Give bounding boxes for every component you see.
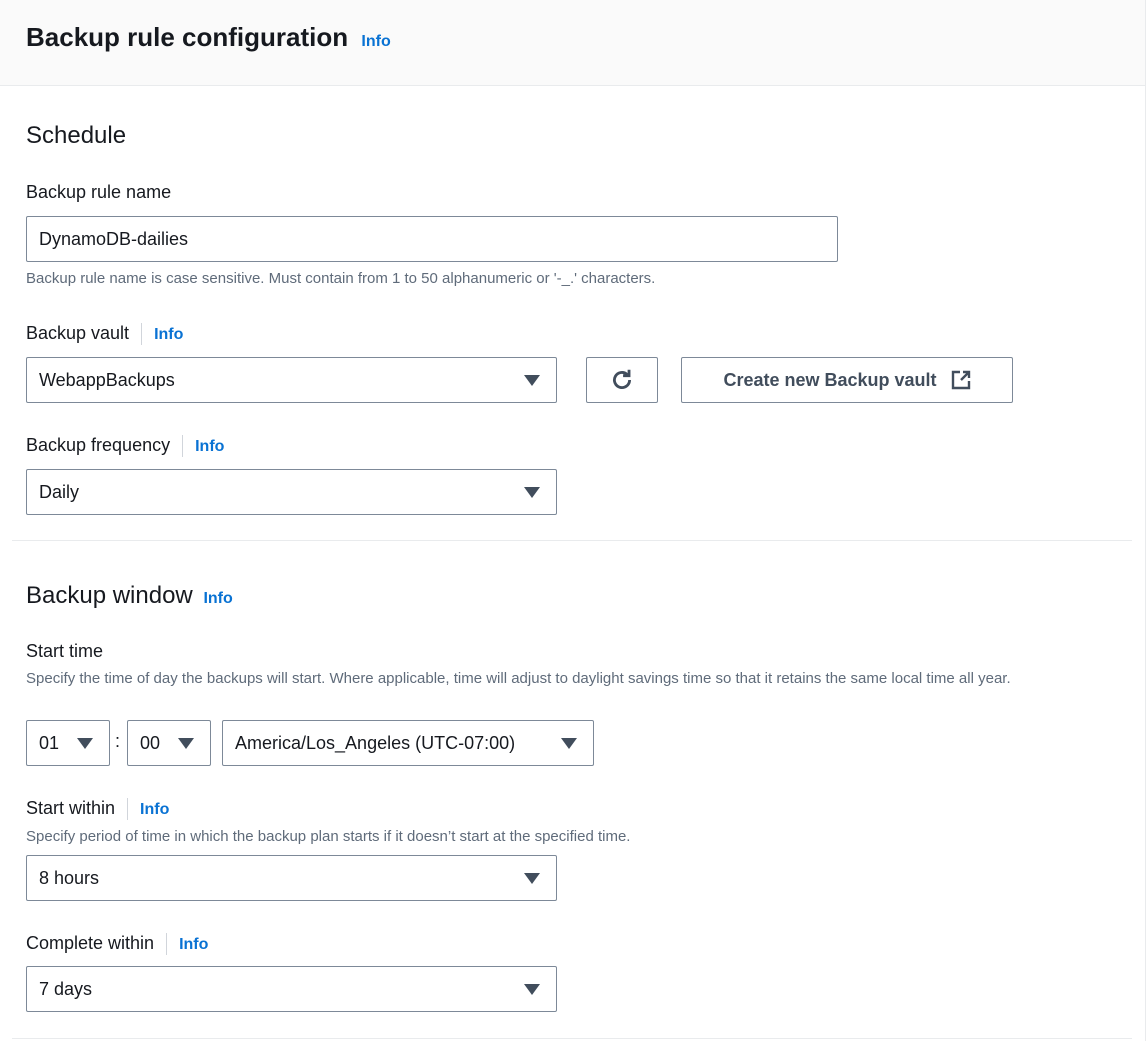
caret-down-icon [524, 375, 540, 386]
caret-down-icon [77, 738, 93, 749]
complete-within-value: 7 days [39, 978, 93, 999]
section-divider [12, 540, 1132, 541]
minute-value: 00 [140, 732, 161, 753]
schedule-heading: Schedule [26, 122, 127, 149]
caret-down-icon [524, 984, 540, 995]
title-text: Backup rule configuration [26, 22, 349, 52]
timezone-select[interactable]: America/Los_Angeles (UTC-07:00) [222, 720, 594, 766]
section-divider [12, 1038, 1132, 1039]
complete-within-label: Complete within [26, 933, 155, 953]
minute-select[interactable]: 00 [127, 720, 211, 766]
frequency-select[interactable]: Daily [26, 469, 557, 515]
panel-header: Backup rule configuration Info [0, 0, 1145, 86]
backup-window-heading: Backup window Info [26, 582, 233, 610]
hour-select[interactable]: 01 [26, 720, 110, 766]
create-backup-vault-button[interactable]: Create new Backup vault [681, 357, 1013, 403]
start-within-label: Start within [26, 798, 116, 818]
hour-value: 01 [39, 732, 60, 753]
separator [141, 323, 143, 346]
start-within-value: 8 hours [39, 867, 100, 888]
frequency-info-link[interactable]: Info [195, 438, 224, 455]
rule-name-value: DynamoDB-dailies [39, 228, 189, 249]
backup-rule-configuration-panel: Backup rule configuration Info Schedule … [0, 0, 1146, 1041]
timezone-value: America/Los_Angeles (UTC-07:00) [235, 732, 516, 753]
caret-down-icon [178, 738, 194, 749]
create-vault-label: Create new Backup vault [723, 369, 937, 390]
vault-select[interactable]: WebappBackups [26, 357, 557, 403]
page-title: Backup rule configuration Info [26, 22, 391, 53]
rule-name-hint: Backup rule name is case sensitive. Must… [26, 270, 656, 287]
vault-info-link[interactable]: Info [154, 326, 183, 343]
rule-name-input[interactable]: DynamoDB-dailies [26, 216, 838, 262]
external-link-icon [951, 370, 970, 390]
info-link[interactable]: Info [361, 33, 390, 50]
caret-down-icon [524, 873, 540, 884]
caret-down-icon [561, 738, 577, 749]
window-heading-text: Backup window [26, 582, 193, 609]
separator [127, 798, 129, 821]
window-info-link[interactable]: Info [203, 590, 232, 607]
refresh-button[interactable] [586, 357, 658, 403]
vault-value: WebappBackups [39, 369, 175, 390]
rule-name-label: Backup rule name [26, 182, 172, 202]
frequency-label: Backup frequency [26, 435, 171, 455]
start-within-select[interactable]: 8 hours [26, 855, 557, 901]
start-within-label-row: Start within Info [26, 798, 169, 821]
start-time-description: Specify the time of day the backups will… [26, 670, 1011, 687]
caret-down-icon [524, 487, 540, 498]
refresh-icon [613, 369, 631, 389]
frequency-label-row: Backup frequency Info [26, 435, 224, 458]
complete-within-label-row: Complete within Info [26, 933, 208, 956]
complete-within-info-link[interactable]: Info [179, 936, 208, 953]
separator [182, 435, 184, 458]
vault-label-row: Backup vault Info [26, 323, 183, 346]
start-within-description: Specify period of time in which the back… [26, 828, 631, 845]
start-within-info-link[interactable]: Info [140, 801, 169, 818]
separator [166, 933, 168, 956]
time-colon: : [115, 731, 121, 751]
complete-within-select[interactable]: 7 days [26, 966, 557, 1012]
start-time-label: Start time [26, 641, 104, 661]
frequency-value: Daily [39, 481, 80, 502]
vault-label: Backup vault [26, 323, 130, 343]
